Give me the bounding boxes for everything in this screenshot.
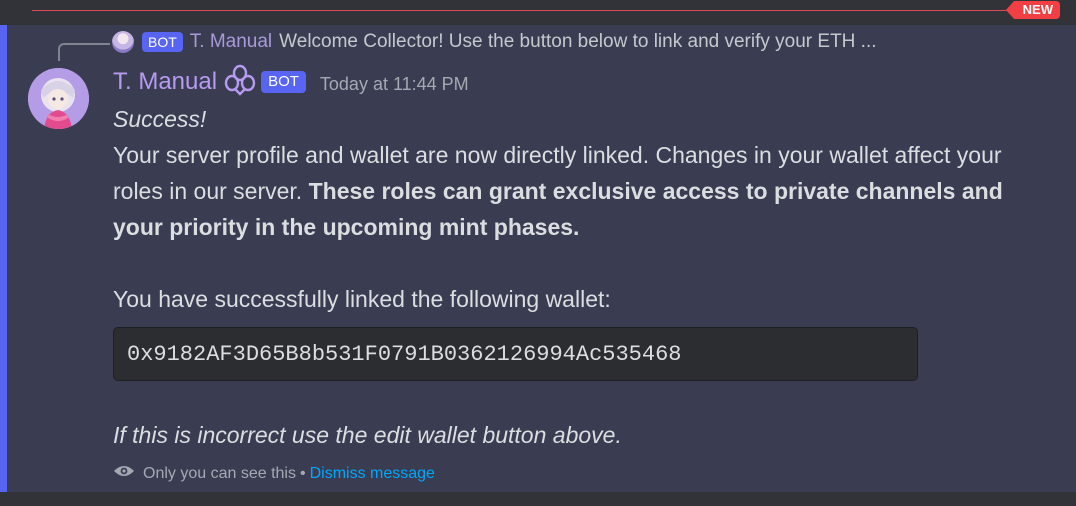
- reply-preview[interactable]: BOT T. Manual Welcome Collector! Use the…: [112, 30, 877, 54]
- ephemeral-footer: Only you can see this • Dismiss message: [113, 464, 435, 483]
- footer-separator: •: [299, 464, 306, 482]
- success-text: Success!: [113, 106, 207, 132]
- message-content: Success! Your server profile and wallet …: [113, 101, 1013, 453]
- message-header: T. Manual BOT Today at 11:44 PM: [113, 64, 469, 98]
- incorrect-text: If this is incorrect use the edit wallet…: [113, 422, 622, 448]
- new-messages-divider: [32, 10, 1014, 11]
- linked-text: You have successfully linked the followi…: [113, 286, 611, 312]
- new-badge: NEW: [1005, 1, 1060, 19]
- bot-tag: BOT: [261, 71, 306, 93]
- reply-avatar[interactable]: [112, 31, 134, 53]
- wallet-address-code[interactable]: 0x9182AF3D65B8b531F0791B0362126994Ac5354…: [113, 327, 918, 381]
- bottom-strip: [0, 492, 1076, 506]
- eye-icon: [113, 464, 143, 483]
- reply-bot-tag: BOT: [142, 32, 183, 52]
- author-name[interactable]: T. Manual: [113, 68, 217, 96]
- only-you-text: Only you can see this: [143, 464, 296, 482]
- reply-connector: [58, 43, 110, 61]
- reply-text[interactable]: Welcome Collector! Use the button below …: [279, 31, 876, 53]
- info-paragraph: Your server profile and wallet are now d…: [113, 137, 1013, 245]
- timestamp[interactable]: Today at 11:44 PM: [320, 74, 469, 95]
- reply-author[interactable]: T. Manual: [190, 31, 272, 53]
- badge-emoji-icon: [223, 63, 261, 102]
- bot-avatar[interactable]: [28, 68, 89, 129]
- dismiss-message-link[interactable]: Dismiss message: [310, 465, 435, 483]
